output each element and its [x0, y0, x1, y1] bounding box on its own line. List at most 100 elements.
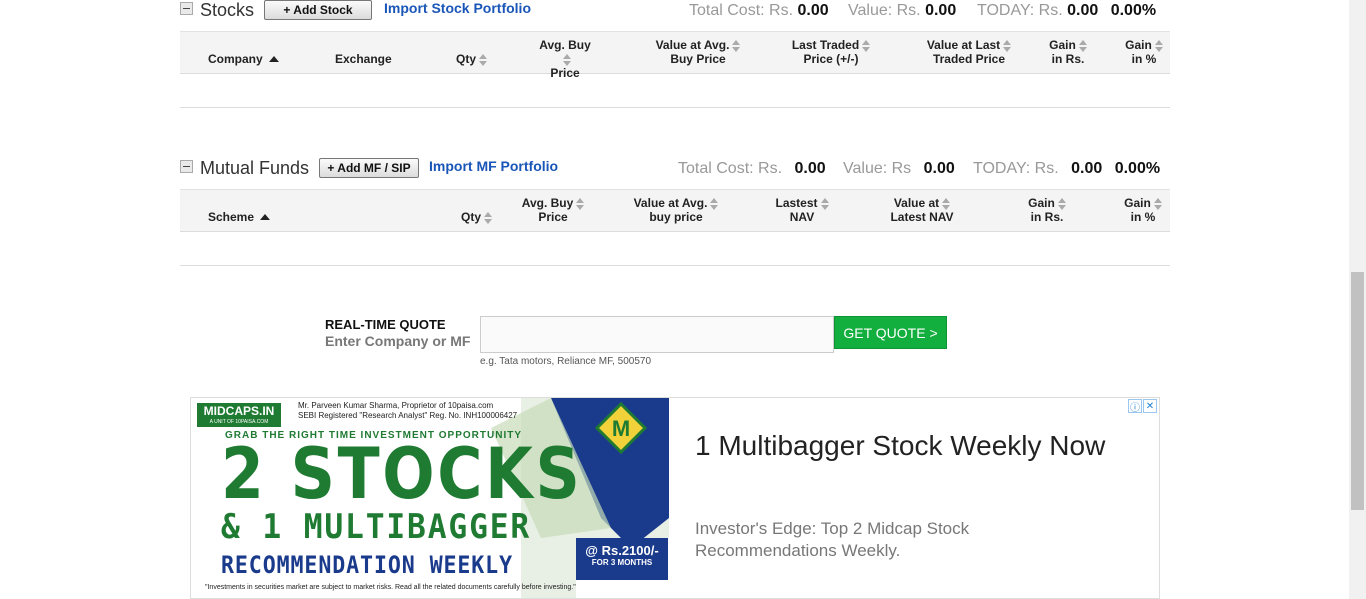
ad-banner-image[interactable]: MIDCAPS.IN A UNIT OF 10PAISA.COM Mr. Par… — [191, 398, 669, 598]
col-mf-value-latest[interactable]: Value at Latest NAV — [882, 196, 962, 224]
mf-section-header: Mutual Funds + Add MF / SIP Import MF Po… — [180, 157, 1170, 181]
col-avg-buy-price[interactable]: Avg. Buy Price — [534, 38, 596, 80]
sort-icon — [1003, 39, 1012, 52]
sort-icon — [1078, 39, 1087, 52]
ad-mid-text: & 1 MULTIBAGGER — [221, 507, 532, 547]
col-value-last-traded[interactable]: Value at Last Traded Price — [925, 38, 1013, 66]
col-avg-buy-label-1: Avg. Buy — [539, 38, 591, 52]
col-value-avg-label-1: Value at Avg. — [655, 38, 730, 52]
col-last-traded-label-1: Last Traded — [791, 38, 860, 52]
col-gain-pct-label-2: in % — [1131, 52, 1157, 66]
col-scheme[interactable]: Scheme — [208, 210, 271, 224]
col-mf-value-avg-label-1: Value at Avg. — [633, 196, 708, 210]
sort-icon — [484, 211, 493, 224]
col-last-traded[interactable]: Last Traded Price (+/-) — [790, 38, 872, 66]
col-scheme-label: Scheme — [208, 210, 255, 224]
mf-today-label: TODAY: Rs. — [973, 160, 1059, 177]
sort-icon — [1057, 197, 1066, 210]
sort-icon — [1153, 197, 1162, 210]
col-mf-avg-buy-label-2: Price — [538, 210, 568, 224]
col-mf-gain-rs-label-2: in Rs. — [1030, 210, 1064, 224]
sort-icon — [732, 39, 741, 52]
mf-table-header: Scheme Qty Avg. Buy Price Value at Avg. … — [180, 189, 1170, 232]
col-mf-gain-rs[interactable]: Gain in Rs. — [1025, 196, 1069, 224]
advertisement[interactable]: MIDCAPS.IN A UNIT OF 10PAISA.COM Mr. Par… — [190, 397, 1160, 599]
stocks-today-label: TODAY: Rs. — [977, 2, 1063, 19]
sort-icon — [942, 197, 951, 210]
col-mf-gain-rs-label-1: Gain — [1028, 196, 1055, 210]
add-mf-sip-button[interactable]: + Add MF / SIP — [319, 158, 419, 178]
col-mf-gain-pct[interactable]: Gain in % — [1121, 196, 1165, 224]
sort-icon — [710, 197, 719, 210]
col-mf-latest-nav-label-2: NAV — [789, 210, 815, 224]
ad-proprietor-line: Mr. Parveen Kumar Sharma, Proprietor of … — [298, 401, 494, 410]
ad-logo: MIDCAPS.IN A UNIT OF 10PAISA.COM — [197, 403, 281, 427]
col-mf-qty-label: Qty — [461, 210, 482, 224]
ad-headline[interactable]: 1 Multibagger Stock Weekly Now — [695, 426, 1115, 465]
col-gain-rs-label-1: Gain — [1049, 38, 1076, 52]
ad-price: @ Rs.2100/- — [585, 543, 659, 558]
col-mf-gain-pct-label-2: in % — [1130, 210, 1156, 224]
mf-title: Mutual Funds — [200, 158, 310, 178]
import-stock-portfolio-link[interactable]: Import Stock Portfolio — [384, 0, 531, 16]
stocks-title: Stocks — [200, 0, 255, 20]
ad-proprietor: Mr. Parveen Kumar Sharma, Proprietor of … — [298, 401, 517, 421]
sort-icon — [820, 197, 829, 210]
col-company[interactable]: Company — [208, 52, 279, 66]
mf-today-pct: 0.00% — [1114, 160, 1161, 177]
mf-today-value: 0.00 — [1071, 160, 1103, 177]
stocks-today-value: 0.00 — [1067, 2, 1099, 19]
sort-icon — [562, 53, 571, 66]
mf-table-footer-line — [180, 265, 1170, 266]
col-mf-value-avg[interactable]: Value at Avg. buy price — [630, 196, 722, 224]
stocks-value-label: Value: Rs. — [848, 2, 921, 19]
col-mf-value-latest-label-2: Latest NAV — [890, 210, 954, 224]
add-stock-button[interactable]: + Add Stock — [264, 0, 372, 20]
ad-big-text: 2 STOCKS — [221, 433, 583, 515]
col-mf-latest-nav-label-1: Lastest — [775, 196, 818, 210]
col-qty[interactable]: Qty — [456, 52, 488, 66]
ad-info-icon[interactable]: ⓘ — [1128, 399, 1142, 414]
col-gain-pct-label-1: Gain — [1125, 38, 1152, 52]
col-mf-value-avg-label-2: buy price — [649, 210, 703, 224]
mf-today: TODAY: Rs. 0.00 0.00% — [973, 160, 1160, 178]
sort-icon — [576, 197, 585, 210]
col-mf-gain-pct-label-1: Gain — [1124, 196, 1151, 210]
import-mf-portfolio-link[interactable]: Import MF Portfolio — [429, 158, 558, 174]
col-value-avg-label-2: Buy Price — [670, 52, 726, 66]
ad-choices: ⓘ ✕ — [1128, 399, 1157, 414]
sort-icon — [862, 39, 871, 52]
mf-collapse-toggle[interactable] — [180, 160, 193, 173]
col-mf-avg-buy[interactable]: Avg. Buy Price — [521, 196, 585, 224]
col-gain-rs[interactable]: Gain in Rs. — [1046, 38, 1090, 66]
realtime-quote-title: REAL-TIME QUOTE — [325, 317, 446, 332]
sort-ascending-icon — [268, 55, 279, 62]
ad-description[interactable]: Investor's Edge: Top 2 Midcap Stock Reco… — [695, 518, 1025, 562]
col-mf-qty[interactable]: Qty — [461, 210, 493, 224]
sort-icon — [479, 53, 488, 66]
col-avg-buy-label-2: Price — [550, 66, 580, 80]
quote-hint: e.g. Tata motors, Reliance MF, 500570 — [480, 356, 652, 367]
col-value-avg-buy[interactable]: Value at Avg. Buy Price — [652, 38, 744, 66]
get-quote-button[interactable]: GET QUOTE > — [834, 316, 947, 349]
ad-rec-text: RECOMMENDATION WEEKLY — [221, 551, 513, 579]
mf-total-cost-label: Total Cost: Rs. — [678, 160, 783, 177]
col-mf-latest-nav[interactable]: Lastest NAV — [772, 196, 832, 224]
realtime-quote-subtitle: Enter Company or MF — [325, 333, 471, 349]
col-gain-pct[interactable]: Gain in % — [1122, 38, 1166, 66]
ad-sebi-line: SEBI Registered "Research Analyst" Reg. … — [298, 411, 518, 420]
badge-letter: M — [612, 416, 630, 441]
col-qty-label: Qty — [456, 52, 477, 66]
quote-search-input[interactable] — [480, 316, 834, 353]
stocks-total-cost-label: Total Cost: Rs. — [689, 2, 794, 19]
page-scrollbar-thumb[interactable] — [1351, 272, 1364, 510]
mf-value-label: Value: Rs — [843, 160, 912, 177]
ad-close-icon[interactable]: ✕ — [1143, 399, 1157, 413]
ad-disclaimer: "Investments in securities market are su… — [205, 584, 576, 591]
col-exchange[interactable]: Exchange — [335, 52, 392, 66]
sort-icon — [1154, 39, 1163, 52]
col-last-traded-label-2: Price (+/-) — [803, 52, 859, 66]
ad-logo-sub: A UNIT OF 10PAISA.COM — [209, 419, 269, 425]
stocks-value-value: 0.00 — [925, 2, 957, 19]
stocks-collapse-toggle[interactable] — [180, 2, 193, 15]
